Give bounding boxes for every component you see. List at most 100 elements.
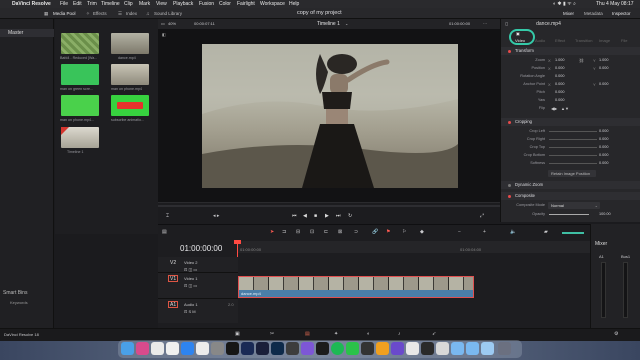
menu-playback[interactable]: Playback xyxy=(173,1,193,7)
app-icon[interactable] xyxy=(286,342,299,355)
deliver-page-icon[interactable]: ➶ xyxy=(432,331,436,337)
rotation-field[interactable]: 0.000 xyxy=(555,74,565,78)
fusion-page-icon[interactable]: ✦ xyxy=(334,331,338,337)
insert-clip-icon[interactable]: ⊡ xyxy=(310,229,314,235)
position-y-field[interactable]: 0.000 xyxy=(599,66,609,70)
menu-view[interactable]: View xyxy=(156,1,167,7)
photoshop-icon[interactable] xyxy=(271,342,284,355)
retain-image-position-button[interactable]: Retain Image Position xyxy=(548,170,596,177)
enable-dot-icon[interactable] xyxy=(508,183,511,187)
clip-thumbnail-bafd4[interactable] xyxy=(61,33,99,54)
menu-workspace[interactable]: Workspace xyxy=(260,1,285,7)
cropping-section-header[interactable]: Cropping xyxy=(501,118,640,126)
timeline-ruler[interactable]: 01:00:00:00 01:00:04:00 xyxy=(238,241,590,253)
trim-tool-icon[interactable]: ⊐ xyxy=(282,229,286,235)
app-icon[interactable] xyxy=(361,342,374,355)
spotify-icon[interactable] xyxy=(331,342,344,355)
in-out-icon[interactable]: ⌶ xyxy=(166,213,169,219)
overwrite-clip-icon[interactable]: ⊏ xyxy=(324,229,328,235)
trash-icon[interactable] xyxy=(498,342,511,355)
bin-keywords[interactable]: Keywords xyxy=(10,300,28,305)
play-reverse-icon[interactable]: ◀ xyxy=(303,213,307,219)
crop-bottom-slider[interactable] xyxy=(549,155,597,156)
clip-thumbnail-dance[interactable] xyxy=(111,33,149,54)
lightroom-icon[interactable] xyxy=(256,342,269,355)
media-pool-button[interactable]: Media Pool xyxy=(53,11,76,16)
fader-bus1[interactable] xyxy=(623,262,628,318)
viewer-toggle-icon[interactable]: ◧ xyxy=(162,32,166,37)
menu-color[interactable]: Color xyxy=(219,1,231,7)
menu-trim[interactable]: Trim xyxy=(87,1,97,7)
bin-master[interactable]: Master xyxy=(0,29,54,37)
fader-a1[interactable] xyxy=(601,262,606,318)
anchor-y-field[interactable]: 0.000 xyxy=(599,82,609,86)
tab-video[interactable]: Video xyxy=(515,38,525,43)
menu-clip[interactable]: Clip xyxy=(124,1,133,7)
softness-field[interactable]: 0.000 xyxy=(599,161,609,165)
zoom-x-field[interactable]: 1.000 xyxy=(555,58,565,62)
timeline-thumbnail[interactable] xyxy=(61,127,99,148)
safari-icon[interactable] xyxy=(151,342,164,355)
launchpad-icon[interactable] xyxy=(136,342,149,355)
menu-fairlight[interactable]: Fairlight xyxy=(237,1,255,7)
clip-thumbnail-subscribe[interactable] xyxy=(111,95,149,116)
messages-icon[interactable] xyxy=(346,342,359,355)
enable-dot-icon[interactable] xyxy=(508,49,511,53)
zoom-out-icon[interactable]: − xyxy=(458,229,461,235)
crop-left-slider[interactable] xyxy=(549,131,597,132)
selection-tool-icon[interactable]: ➤ xyxy=(270,229,274,235)
blade-tool-icon[interactable]: ⊟ xyxy=(296,229,300,235)
softness-slider[interactable] xyxy=(549,163,597,164)
app-store-icon[interactable] xyxy=(181,342,194,355)
volume-slider[interactable] xyxy=(562,232,584,234)
playhead-handle[interactable] xyxy=(234,240,241,244)
composite-mode-dropdown[interactable]: Normal ⌄ xyxy=(548,202,600,209)
mixer-button[interactable]: Mixer xyxy=(563,11,574,16)
crop-top-field[interactable]: 0.000 xyxy=(599,145,609,149)
zoom-in-icon[interactable]: + xyxy=(483,229,486,235)
menu-help[interactable]: Help xyxy=(289,1,299,7)
menu-file[interactable]: File xyxy=(60,1,68,7)
tab-effect[interactable]: Effect xyxy=(555,38,565,43)
skip-forward-icon[interactable]: ⏭ xyxy=(336,213,341,219)
composite-section-header[interactable]: Composite xyxy=(501,192,640,200)
crop-bottom-field[interactable]: 0.000 xyxy=(599,153,609,157)
speaker-icon[interactable]: 🔈 xyxy=(510,229,516,235)
fullscreen-icon[interactable]: ⤢ xyxy=(480,213,484,219)
link-chain-icon[interactable]: ⛓ xyxy=(579,58,584,63)
play-icon[interactable]: ▶ xyxy=(325,213,329,219)
zoom-y-field[interactable]: 1.000 xyxy=(599,58,609,62)
opacity-field[interactable]: 100.00 xyxy=(599,212,611,216)
zoom-level[interactable]: 40% xyxy=(168,21,176,26)
enable-dot-icon[interactable] xyxy=(508,120,511,124)
loop-icon[interactable]: ↻ xyxy=(348,213,352,219)
app-name-menu[interactable]: DaVinci Resolve xyxy=(12,1,51,7)
transform-section-header[interactable]: Transform xyxy=(501,47,640,55)
calendar-icon[interactable] xyxy=(166,342,179,355)
folder-icon[interactable] xyxy=(481,342,494,355)
app-icon[interactable] xyxy=(391,342,404,355)
cut-page-icon[interactable]: ✂ xyxy=(270,331,274,337)
flip-horizontal-icon[interactable]: ◀▶ xyxy=(551,106,557,111)
app-icon[interactable] xyxy=(436,342,449,355)
photos-icon[interactable] xyxy=(196,342,209,355)
track-mute-solo-icons[interactable]: ⊡ S M xyxy=(184,309,196,314)
stop-icon[interactable]: ■ xyxy=(314,213,317,219)
tab-image[interactable]: Image xyxy=(599,38,610,43)
downloads-folder-icon[interactable] xyxy=(451,342,464,355)
resolve-icon[interactable] xyxy=(226,342,239,355)
dynamic-zoom-section-header[interactable]: Dynamic Zoom xyxy=(501,181,640,189)
skip-back-icon[interactable]: ⏮ xyxy=(292,213,297,219)
chevron-down-icon[interactable]: ⌄ xyxy=(345,21,348,26)
timeline-clip-dance[interactable]: dance.mp4 xyxy=(238,276,474,298)
app-icon[interactable] xyxy=(316,342,329,355)
tab-file[interactable]: File xyxy=(621,38,627,43)
menu-fusion[interactable]: Fusion xyxy=(199,1,214,7)
crop-left-field[interactable]: 0.000 xyxy=(599,129,609,133)
index-button[interactable]: Index xyxy=(126,11,137,16)
settings-icon[interactable] xyxy=(211,342,224,355)
metadata-button[interactable]: Metadata xyxy=(584,11,603,16)
yaw-field[interactable]: 0.000 xyxy=(555,98,565,102)
menu-edit[interactable]: Edit xyxy=(73,1,82,7)
menu-mark[interactable]: Mark xyxy=(139,1,150,7)
